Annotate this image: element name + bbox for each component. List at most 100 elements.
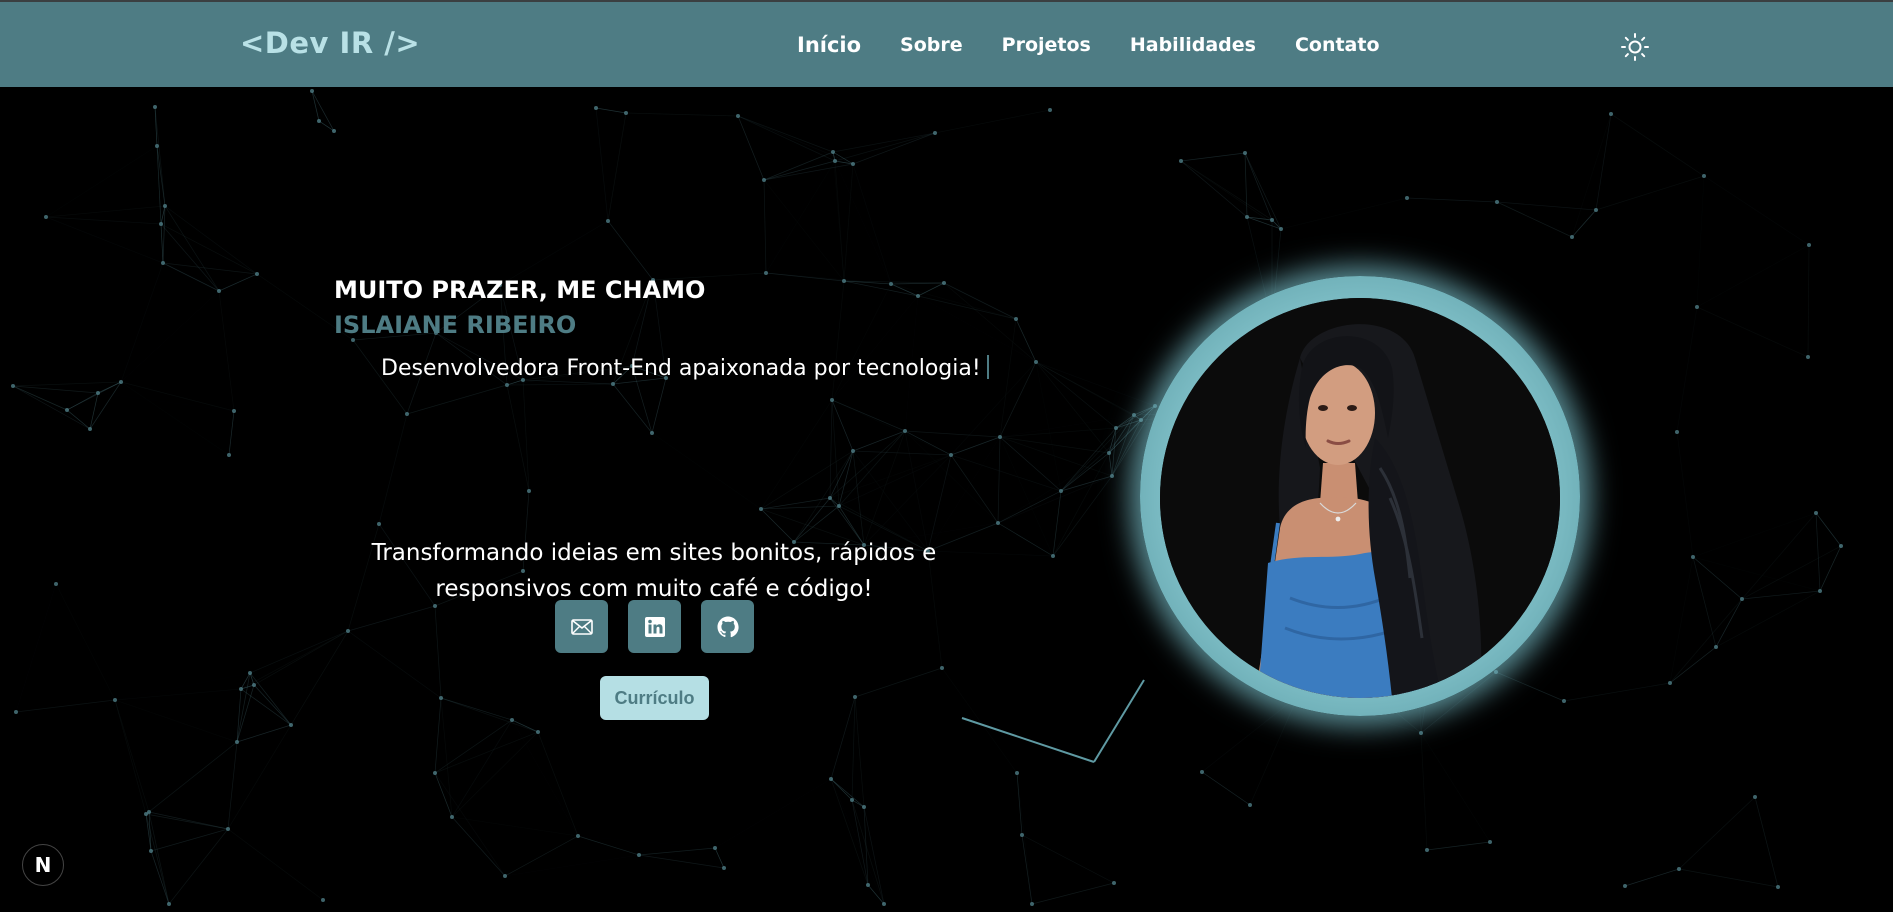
network-highlight-line [1093,679,1145,763]
email-button[interactable] [555,600,608,653]
network-line [114,688,242,701]
network-line [651,377,667,434]
nav-item-inicio[interactable]: Início [797,33,861,57]
network-line [240,630,349,690]
network-line [950,454,999,524]
network-node [762,178,766,182]
network-line [164,205,258,275]
network-node [11,384,15,388]
network-line [1244,152,1248,218]
network-line [1676,431,1694,558]
network-node [1677,867,1681,871]
network-line [218,290,235,412]
network-line [1676,306,1698,433]
network-line [451,816,579,837]
linkedin-button[interactable] [628,600,681,653]
network-line [523,380,652,433]
network-line [45,216,162,225]
logo[interactable]: <Dev IR /> [240,26,420,60]
network-line [1741,590,1821,600]
network-line [1819,545,1842,592]
network-node [1200,770,1204,774]
network-node [1695,305,1699,309]
network-line [318,120,335,132]
network-line [227,828,324,901]
network-line [1180,152,1246,162]
network-node [1405,196,1409,200]
network-line [999,436,1113,477]
github-button[interactable] [701,600,754,653]
network-line [1669,598,1743,684]
network-node [450,815,454,819]
network-line [950,436,1001,456]
network-node [159,222,163,226]
network-line [1571,113,1612,238]
network-node [1107,451,1111,455]
network-line [522,379,530,492]
network-line [863,454,952,546]
network-line [347,630,442,699]
network-line [851,696,856,801]
network-line [766,164,853,273]
network-node [1675,430,1679,434]
network-line [638,847,716,856]
network-line [45,205,166,218]
network-line [120,262,164,383]
network-node [1112,881,1116,885]
network-node [1668,681,1672,685]
network-line [114,699,150,813]
network-node [1034,360,1038,364]
network-node [65,408,69,412]
network-line [1678,868,1779,888]
nav-item-sobre[interactable]: Sobre [900,34,963,57]
network-line [1595,175,1705,211]
network-node [255,272,259,276]
network-line [737,115,854,165]
network-line [145,813,229,830]
network-node [1818,589,1822,593]
network-node [1030,902,1034,906]
network-node [1419,731,1423,735]
network-node [949,453,953,457]
network-line [434,605,442,699]
greeting-text: MUITO PRAZER, ME CHAMO [334,276,706,304]
network-line [440,697,513,721]
network-node [882,902,886,906]
network-node [1132,413,1136,417]
network-line [1180,160,1273,221]
network-line [249,630,349,674]
network-line [652,433,761,509]
network-line [1244,152,1273,221]
theme-toggle-button[interactable] [1620,32,1650,62]
network-node [722,866,726,870]
next-dev-badge[interactable]: N [22,844,64,886]
network-line [1807,244,1810,358]
network-node [1495,200,1499,204]
network-line [724,779,831,868]
nav-item-projetos[interactable]: Projetos [1002,34,1091,57]
nav-item-contato[interactable]: Contato [1295,34,1380,57]
network-line [607,220,654,281]
network-line [834,132,936,162]
network-line [854,667,943,698]
network-node [576,834,580,838]
network-node [933,131,937,135]
network-node [851,449,855,453]
network-line [145,813,170,905]
network-line [121,382,229,455]
network-node [996,521,1000,525]
network-background [11,89,1843,906]
network-line [941,667,1018,774]
network-node [1594,208,1598,212]
network-line [1669,646,1717,684]
network-node [232,409,236,413]
network-line [506,384,530,492]
network-node [44,215,48,219]
hero-intro: MUITO PRAZER, ME CHAMO ISLAIANE RIBEIRO … [334,274,1034,381]
nav-item-habilidades[interactable]: Habilidades [1130,34,1256,57]
typing-caret [986,355,989,379]
network-node [866,883,870,887]
resume-button[interactable]: Currículo [600,676,709,720]
network-line [852,132,936,165]
network-node [1814,511,1818,515]
